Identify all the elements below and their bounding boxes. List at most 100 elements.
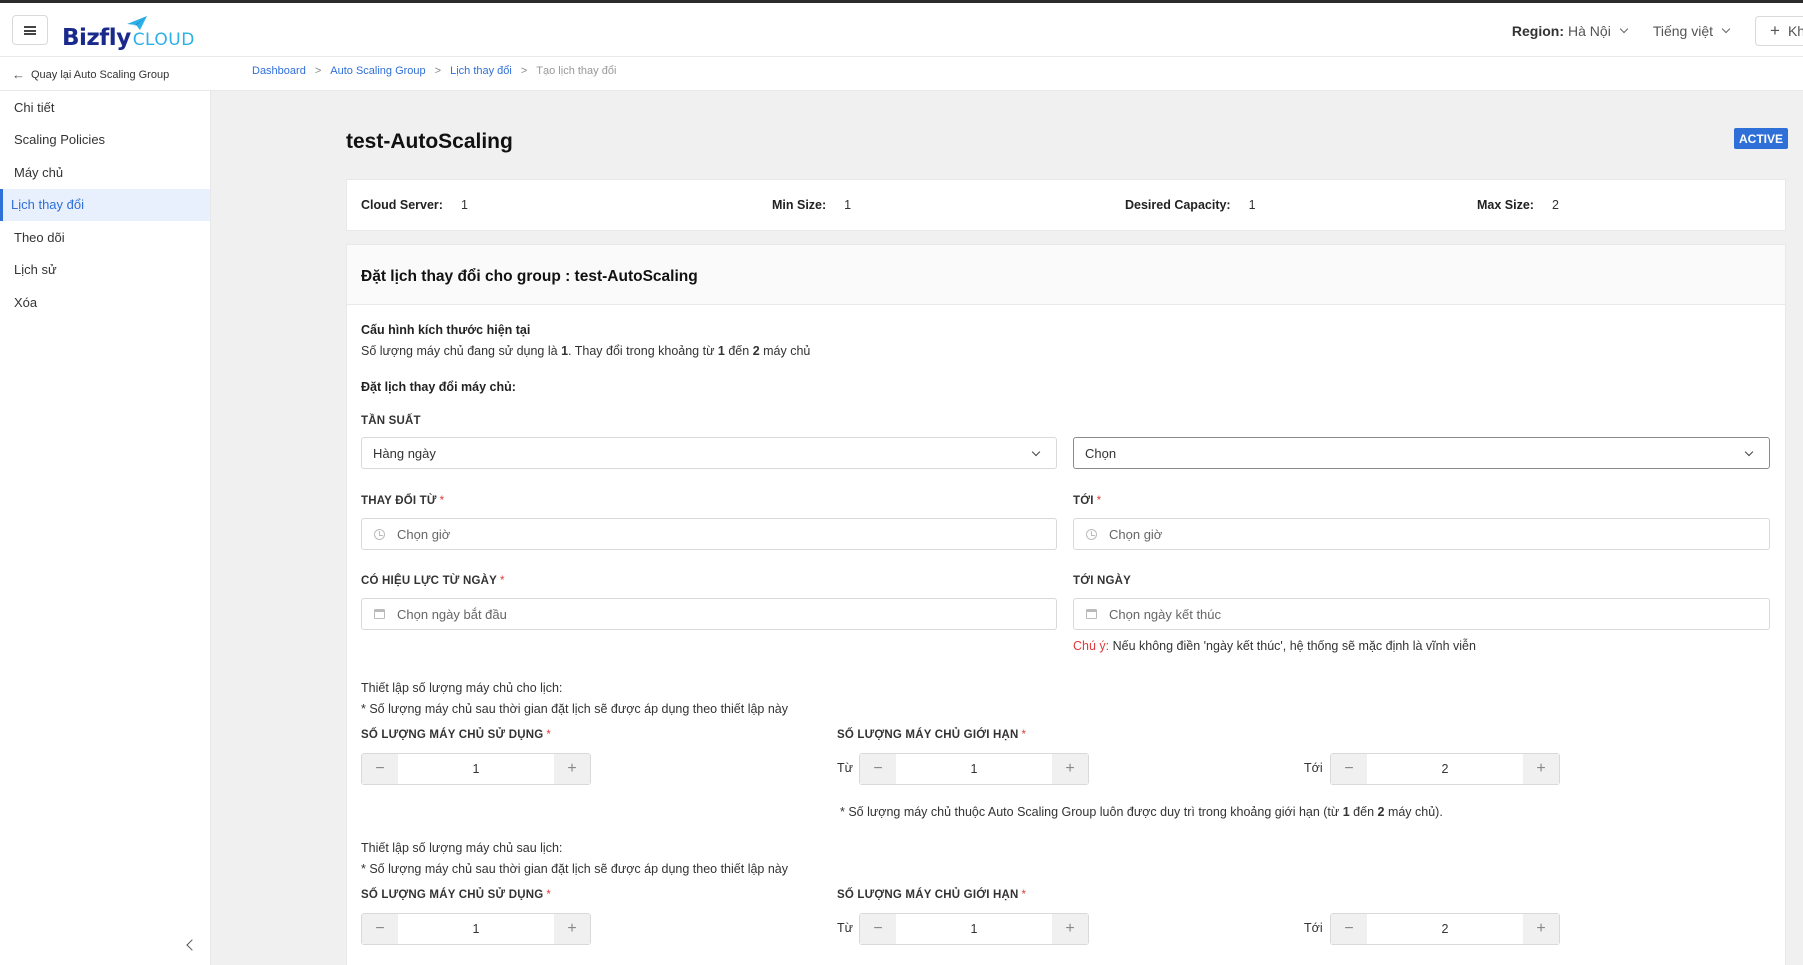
back-label: Quay lại Auto Scaling Group: [31, 68, 170, 81]
required-mark: *: [1096, 495, 1102, 507]
decrement-button[interactable]: −: [860, 754, 896, 784]
breadcrumb-separator: >: [520, 65, 528, 77]
during-title: Thiết lập số lượng máy chủ cho lịch:: [361, 681, 563, 695]
during-used-label-text: SỐ LƯỢNG MÁY CHỦ SỬ DỤNG: [361, 729, 544, 741]
current-config-val-3: 2: [752, 344, 760, 358]
breadcrumb-dashboard[interactable]: Dashboard: [252, 65, 306, 77]
breadcrumb-schedule[interactable]: Lịch thay đổi: [450, 65, 512, 77]
sidebar-item-servers[interactable]: Máy chủ: [0, 156, 210, 189]
decrement-button[interactable]: −: [362, 914, 398, 944]
menu-toggle-button[interactable]: [12, 15, 48, 45]
during-used-stepper[interactable]: − 1 +: [361, 753, 591, 785]
language-selector[interactable]: Tiếng việt: [1653, 23, 1731, 39]
decrement-button[interactable]: −: [1331, 754, 1367, 784]
after-limit-from-value[interactable]: 1: [896, 914, 1052, 944]
sidebar-item-monitoring[interactable]: Theo dõi: [0, 221, 210, 254]
frequency-select[interactable]: Hàng ngày: [361, 437, 1057, 469]
current-config-text-2: . Thay đổi trong khoảng từ: [568, 344, 718, 358]
after-used-label-text: SỐ LƯỢNG MÁY CHỦ SỬ DỤNG: [361, 889, 544, 901]
increment-button[interactable]: +: [554, 754, 590, 784]
schedule-form-card: Đặt lịch thay đổi cho group : test-AutoS…: [346, 244, 1786, 965]
effective-from-label-text: CÓ HIỆU LỰC TỪ NGÀY: [361, 575, 497, 587]
logo-main-text: Bizfly: [62, 25, 131, 51]
arrow-left-icon: ←: [12, 67, 25, 82]
increment-button[interactable]: +: [1052, 754, 1088, 784]
current-config-text-3: đến: [724, 344, 753, 358]
frequency-label: TẦN SUẤT: [361, 415, 421, 427]
limit-note-2: đến: [1349, 805, 1378, 819]
required-mark: *: [546, 729, 552, 741]
sidebar-item-delete[interactable]: Xóa: [0, 286, 210, 319]
after-limit-to-value[interactable]: 2: [1367, 914, 1523, 944]
during-used-value[interactable]: 1: [398, 754, 554, 784]
required-mark: *: [499, 575, 505, 587]
after-used-stepper[interactable]: − 1 +: [361, 913, 591, 945]
limit-note-1: * Số lượng máy chủ thuộc Auto Scaling Gr…: [840, 805, 1343, 819]
max-size-value: 2: [1551, 198, 1559, 212]
during-limit-from-stepper[interactable]: − 1 +: [859, 753, 1089, 785]
back-link[interactable]: ← Quay lại Auto Scaling Group: [12, 67, 169, 82]
after-limit-label: SỐ LƯỢNG MÁY CHỦ GIỚI HẠN *: [837, 889, 1026, 901]
calendar-icon: [374, 609, 385, 619]
decrement-button[interactable]: −: [1331, 914, 1367, 944]
required-mark: *: [439, 495, 445, 507]
summary-card: Cloud Server: 1 Min Size: 1 Desired Capaci…: [346, 179, 1786, 231]
bizfly-logo[interactable]: Bizfly CLOUD: [62, 16, 195, 51]
frequency-value: Hàng ngày: [373, 445, 436, 461]
effective-from-date-input[interactable]: Chọn ngày bắt đầu: [361, 598, 1057, 630]
during-limit-to-value[interactable]: 2: [1367, 754, 1523, 784]
plus-icon: +: [1770, 21, 1780, 40]
to-time-placeholder: Chọn giờ: [1109, 526, 1163, 542]
during-from-label: Từ: [837, 761, 854, 775]
to-time-label-text: TỚI: [1073, 495, 1094, 507]
during-used-label: SỐ LƯỢNG MÁY CHỦ SỬ DỤNG *: [361, 729, 551, 741]
during-limit-from-value[interactable]: 1: [896, 754, 1052, 784]
max-size-label: Max Size:: [1477, 198, 1534, 212]
effective-to-label: TỚI NGÀY: [1073, 575, 1132, 587]
after-used-value[interactable]: 1: [398, 914, 554, 944]
required-mark: *: [1021, 729, 1027, 741]
note-warning-label: Chú ý:: [1073, 639, 1110, 653]
collapse-sidebar-icon[interactable]: [186, 939, 198, 951]
cloud-server-value: 1: [460, 198, 468, 212]
after-limit-to-stepper[interactable]: − 2 +: [1330, 913, 1560, 945]
after-to-label: Tới: [1304, 921, 1323, 935]
schedule-title: Đặt lịch thay đổi máy chủ:: [361, 380, 516, 394]
breadcrumb-auto-scaling-group[interactable]: Auto Scaling Group: [330, 65, 425, 77]
decrement-button[interactable]: −: [362, 754, 398, 784]
increment-button[interactable]: +: [1523, 754, 1559, 784]
after-title: Thiết lập số lượng máy chủ sau lịch:: [361, 841, 563, 855]
decrement-button[interactable]: −: [860, 914, 896, 944]
change-from-placeholder: Chọn giờ: [397, 526, 451, 542]
sidebar-item-history[interactable]: Lịch sử: [0, 254, 210, 287]
max-size-info: Max Size: 2: [1477, 198, 1559, 212]
sidebar-item-scaling-policies[interactable]: Scaling Policies: [0, 124, 210, 157]
to-time-input[interactable]: Chọn giờ: [1073, 518, 1770, 550]
min-size-info: Min Size: 1: [772, 198, 851, 212]
create-button[interactable]: + Khởi tạo: [1755, 16, 1803, 46]
increment-button[interactable]: +: [554, 914, 590, 944]
during-to-label: Tới: [1304, 761, 1323, 775]
during-limit-label-text: SỐ LƯỢNG MÁY CHỦ GIỚI HẠN: [837, 729, 1019, 741]
sub-header: ← Quay lại Auto Scaling Group Dashboard …: [0, 57, 1803, 91]
frequency-sub-select[interactable]: Chọn: [1073, 437, 1770, 469]
current-config-val-2: 1: [717, 344, 725, 358]
logo-cloud-text: CLOUD: [132, 30, 195, 50]
effective-to-date-input[interactable]: Chọn ngày kết thúc: [1073, 598, 1770, 630]
during-limit-to-stepper[interactable]: − 2 +: [1330, 753, 1560, 785]
top-header: Bizfly CLOUD Region: Hà Nội Tiếng việt +…: [0, 3, 1803, 57]
breadcrumb-separator: >: [434, 65, 442, 77]
sidebar-item-schedule[interactable]: Lịch thay đổi: [0, 188, 210, 221]
after-limit-from-stepper[interactable]: − 1 +: [859, 913, 1089, 945]
limit-note-3: máy chủ).: [1384, 805, 1443, 819]
increment-button[interactable]: +: [1052, 914, 1088, 944]
after-used-label: SỐ LƯỢNG MÁY CHỦ SỬ DỤNG *: [361, 889, 551, 901]
increment-button[interactable]: +: [1523, 914, 1559, 944]
sidebar-item-details[interactable]: Chi tiết: [0, 91, 210, 124]
desired-capacity-value: 1: [1248, 198, 1256, 212]
region-selector[interactable]: Region: Hà Nội: [1512, 23, 1629, 39]
clock-icon: [374, 528, 385, 540]
change-from-time-input[interactable]: Chọn giờ: [361, 518, 1057, 550]
current-config-text: Số lượng máy chủ đang sử dụng là 1. Thay…: [361, 344, 810, 358]
current-config-val-1: 1: [561, 344, 569, 358]
